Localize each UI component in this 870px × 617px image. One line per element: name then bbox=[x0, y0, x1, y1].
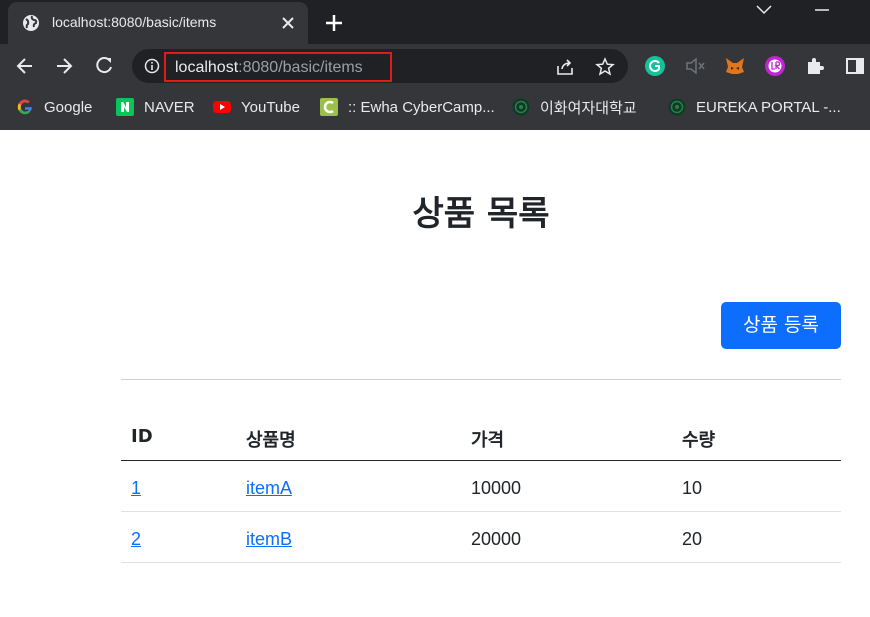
reader-icon[interactable] bbox=[764, 55, 786, 77]
forward-icon[interactable] bbox=[53, 55, 75, 77]
column-header-name: 상품명 bbox=[246, 430, 296, 451]
browser-tab[interactable]: localhost:8080/basic/items bbox=[8, 2, 308, 44]
item-name-link[interactable]: itemB bbox=[246, 529, 292, 549]
puzzle-icon[interactable] bbox=[804, 55, 826, 77]
bookmark-label: EUREKA PORTAL -... bbox=[696, 98, 841, 116]
youtube-icon bbox=[213, 101, 231, 113]
back-icon[interactable] bbox=[14, 55, 36, 77]
page-title: 상품 목록 bbox=[412, 194, 550, 234]
reload-icon[interactable] bbox=[93, 55, 115, 77]
column-header-quantity: 수량 bbox=[682, 430, 716, 451]
add-item-button[interactable]: 상품 등록 bbox=[721, 302, 841, 349]
bookmark-cybercampus[interactable]: :: Ewha CyberCamp... bbox=[320, 96, 495, 118]
item-price: 10000 bbox=[471, 478, 522, 498]
divider bbox=[121, 379, 841, 380]
cybercampus-icon bbox=[320, 98, 338, 116]
column-header-price: 가격 bbox=[471, 430, 505, 451]
url-text[interactable]: localhost:8080/basic/items bbox=[175, 59, 363, 77]
bookmark-ewha[interactable]: 이화여자대학교 bbox=[512, 96, 637, 118]
bookmark-label: Google bbox=[44, 98, 93, 116]
chevron-down-icon[interactable] bbox=[754, 3, 774, 17]
bookmark-label: 이화여자대학교 bbox=[540, 99, 637, 117]
minimize-icon[interactable] bbox=[812, 3, 832, 17]
mute-icon[interactable] bbox=[684, 55, 706, 77]
info-icon[interactable] bbox=[144, 58, 160, 74]
globe-icon bbox=[23, 15, 39, 31]
bookmark-label: NAVER bbox=[144, 98, 195, 116]
tab-strip: localhost:8080/basic/items bbox=[0, 0, 870, 44]
bookmark-label: YouTube bbox=[241, 98, 300, 116]
item-price: 20000 bbox=[471, 529, 522, 549]
table-row: 1 itemA 10000 10 bbox=[121, 461, 841, 512]
url-highlight-box: localhost:8080/basic/items bbox=[164, 52, 392, 82]
tab-title: localhost:8080/basic/items bbox=[52, 14, 217, 30]
share-icon[interactable] bbox=[555, 57, 575, 77]
url-host: localhost bbox=[175, 59, 239, 76]
bookmark-youtube[interactable]: YouTube bbox=[213, 96, 300, 118]
item-id-link[interactable]: 2 bbox=[131, 529, 141, 549]
metamask-icon[interactable] bbox=[724, 55, 746, 77]
naver-icon bbox=[116, 98, 134, 116]
new-tab-icon[interactable] bbox=[322, 11, 346, 35]
bookmark-label: :: Ewha CyberCamp... bbox=[348, 98, 495, 116]
table-row: 2 itemB 20000 20 bbox=[121, 512, 841, 563]
ewha-emblem-icon bbox=[512, 98, 530, 116]
side-panel-icon[interactable] bbox=[844, 55, 866, 77]
column-header-id: ID bbox=[131, 426, 153, 447]
item-id-link[interactable]: 1 bbox=[131, 478, 141, 498]
item-name-link[interactable]: itemA bbox=[246, 478, 292, 498]
bookmark-eureka-portal[interactable]: EUREKA PORTAL -... bbox=[668, 96, 841, 118]
ewha-emblem-icon bbox=[668, 98, 686, 116]
grammarly-icon[interactable] bbox=[644, 55, 666, 77]
url-path: :8080/basic/items bbox=[238, 59, 363, 76]
bookmarks-bar: Google NAVER YouTube :: Ewha CyberCamp..… bbox=[0, 88, 870, 130]
table-header: ID 상품명 가격 수량 bbox=[121, 410, 841, 461]
star-icon[interactable] bbox=[595, 57, 615, 77]
bookmark-google[interactable]: Google bbox=[16, 96, 92, 118]
items-table: ID 상품명 가격 수량 1 itemA 10000 10 2 itemB 20… bbox=[121, 410, 841, 563]
address-bar[interactable]: localhost:8080/basic/items bbox=[132, 49, 628, 83]
close-icon[interactable] bbox=[278, 13, 298, 33]
bookmark-naver[interactable]: NAVER bbox=[116, 96, 195, 118]
browser-toolbar: localhost:8080/basic/items bbox=[0, 44, 870, 88]
item-quantity: 20 bbox=[682, 529, 703, 549]
item-quantity: 10 bbox=[682, 478, 703, 498]
google-icon bbox=[17, 99, 32, 115]
